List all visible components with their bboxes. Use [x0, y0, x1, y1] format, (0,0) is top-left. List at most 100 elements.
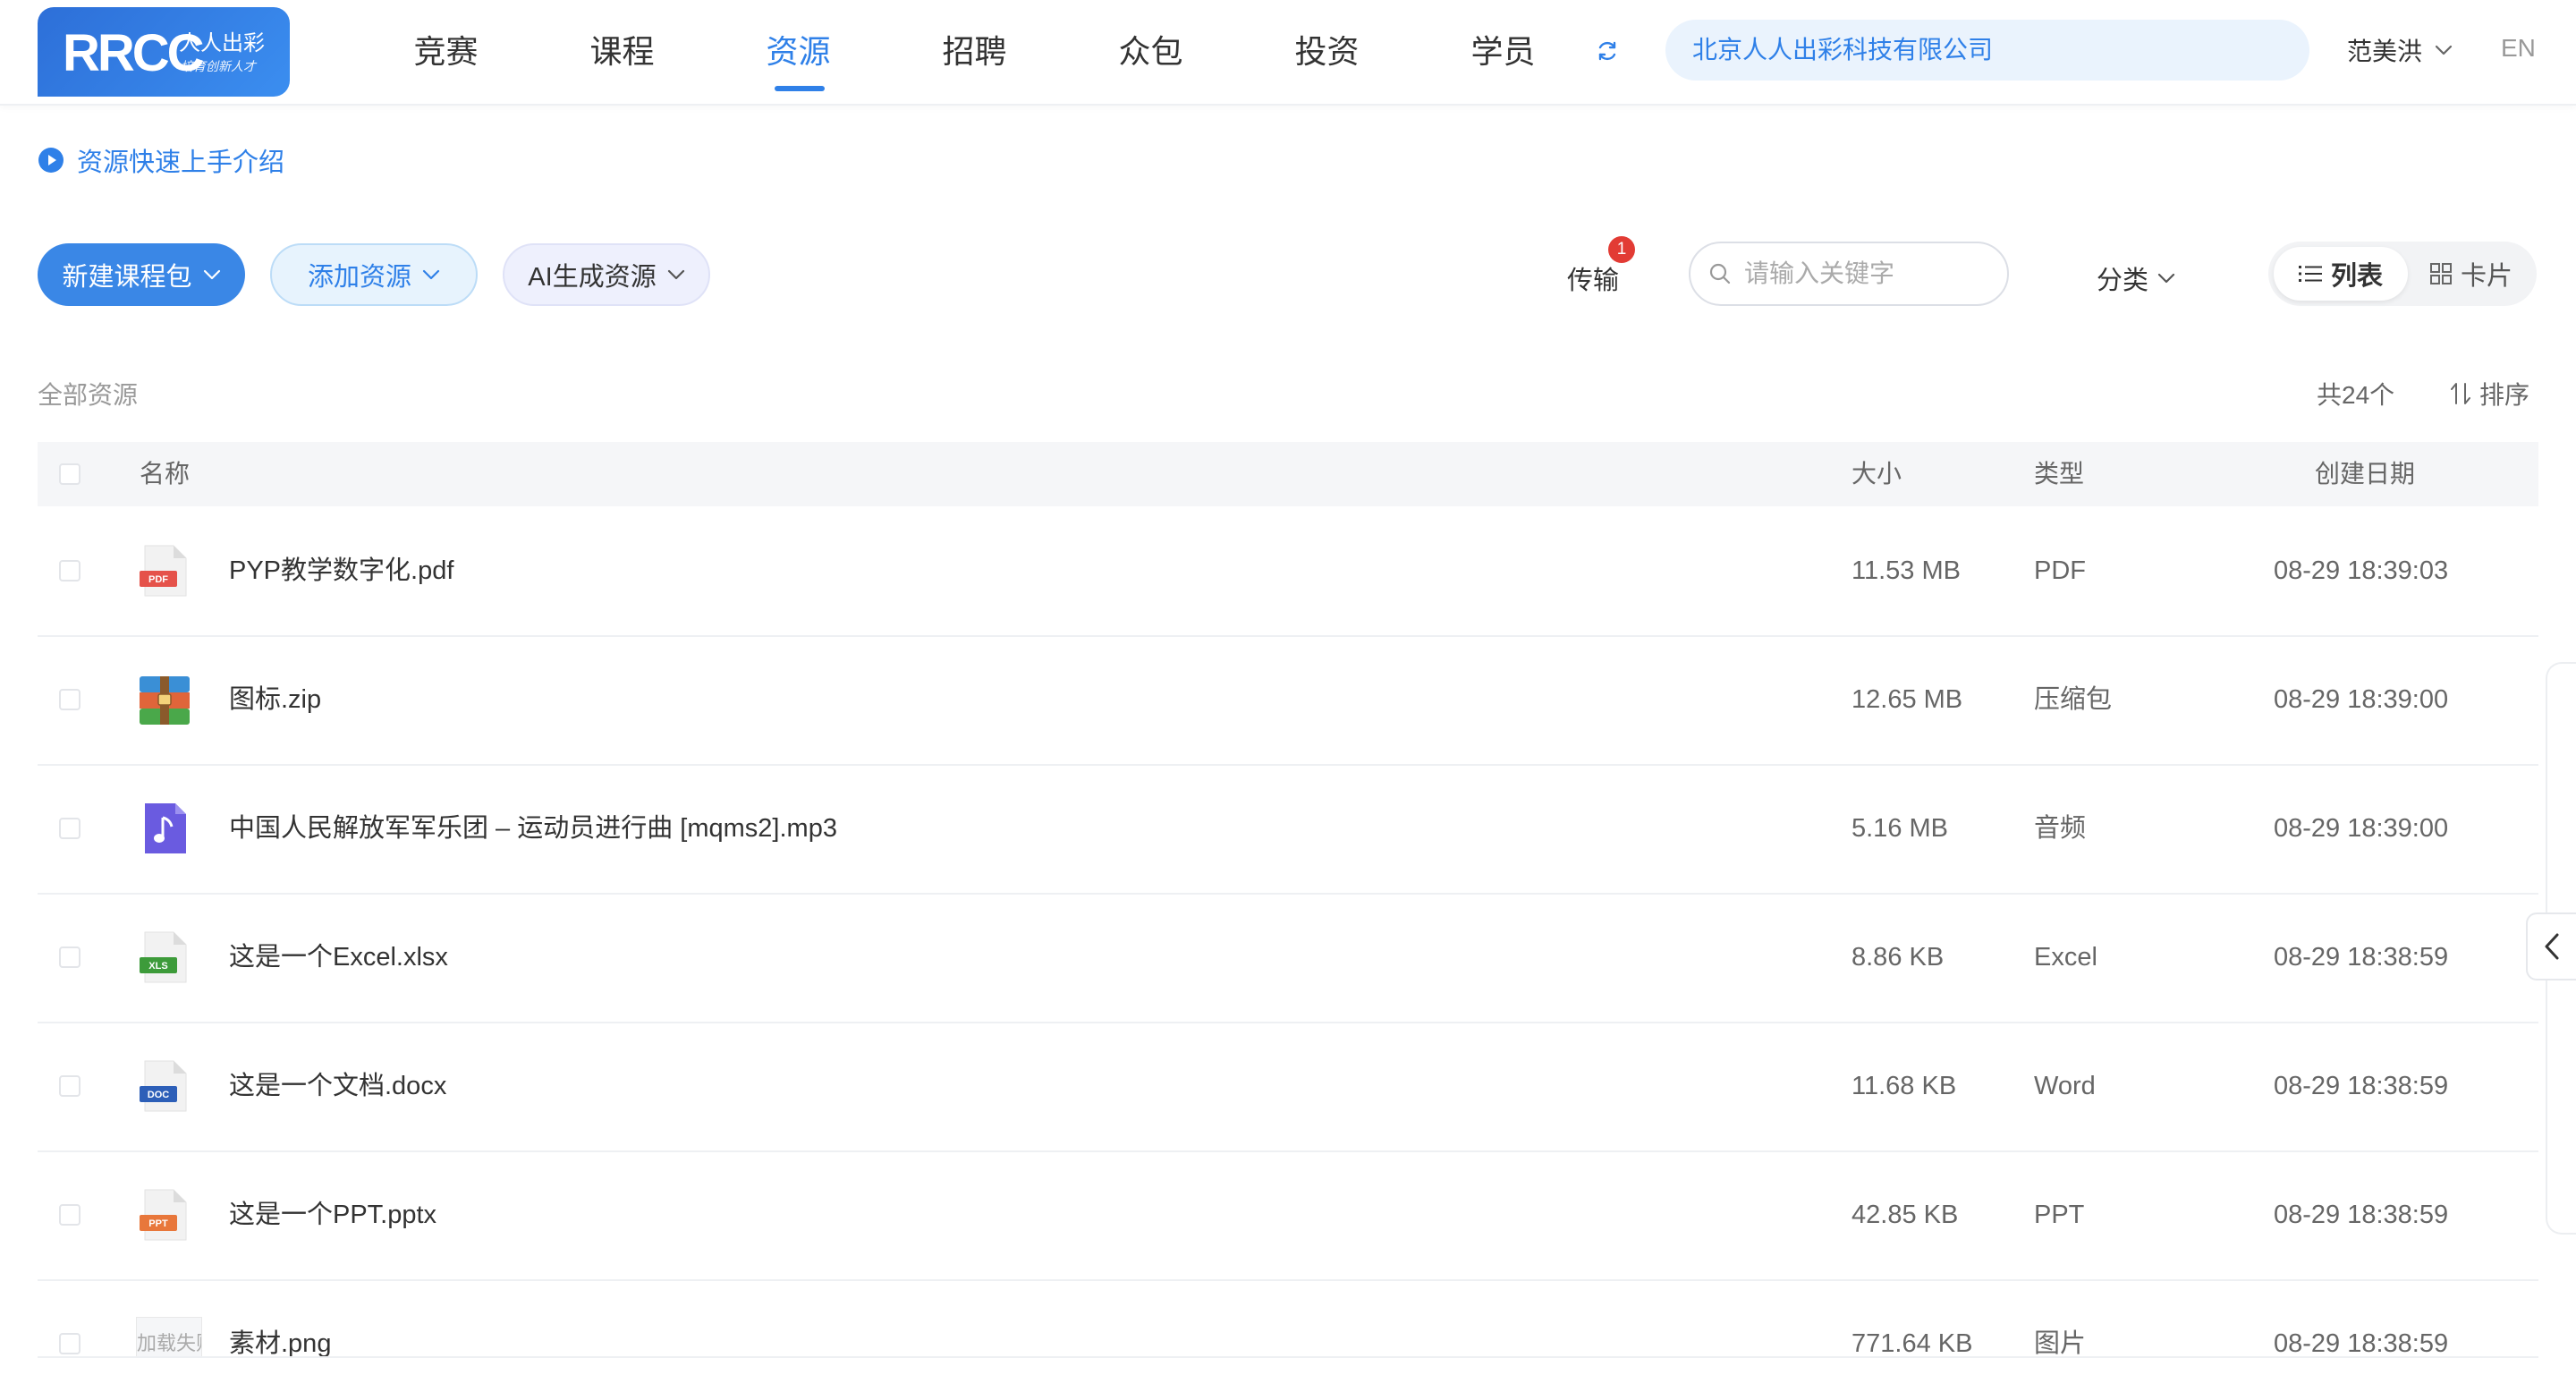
sort-icon: [2451, 383, 2470, 404]
row-checkbox[interactable]: [59, 946, 80, 968]
section-title: 全部资源: [38, 381, 139, 409]
list-view-button[interactable]: 列表: [2274, 247, 2408, 301]
column-date[interactable]: 创建日期: [2315, 442, 2415, 506]
file-type: Word: [2034, 1072, 2096, 1100]
ai-generate-label: AI生成资源: [528, 263, 657, 292]
list-view-label: 列表: [2330, 262, 2383, 291]
nav-item-resource[interactable]: 资源: [710, 0, 886, 104]
file-size: 11.53 MB: [1852, 556, 1961, 585]
resource-table: PDF PYP教学数字化.pdf 11.53 MB PDF 08-29 18:3…: [38, 506, 2538, 1356]
file-date: 08-29 18:39:00: [2274, 685, 2449, 714]
file-date: 08-29 18:38:59: [2274, 943, 2449, 972]
file-size: 5.16 MB: [1852, 814, 1948, 843]
chevron-down-icon: [667, 269, 684, 280]
table-row[interactable]: PPT 这是一个PPT.pptx 42.85 KB PPT 08-29 18:3…: [38, 1150, 2538, 1281]
word-file-icon: DOC: [140, 1060, 187, 1112]
column-type[interactable]: 类型: [2034, 442, 2084, 506]
transfer-badge: 1: [1608, 236, 1635, 263]
add-resource-label: 添加资源: [307, 263, 411, 292]
column-size[interactable]: 大小: [1852, 442, 1902, 506]
file-name[interactable]: 图标.zip: [229, 635, 321, 764]
file-type: Excel: [2034, 943, 2097, 972]
table-row[interactable]: 加载失败 素材.png 771.64 KB 图片 08-29 18:38:59: [38, 1279, 2538, 1356]
row-checkbox[interactable]: [59, 560, 80, 581]
row-checkbox[interactable]: [59, 1204, 80, 1226]
add-resource-button[interactable]: 添加资源: [270, 243, 478, 306]
broken-image-icon: 加载失败: [136, 1317, 202, 1356]
table-row[interactable]: 中国人民解放军军乐团 – 运动员进行曲 [mqms2].mp3 5.16 MB …: [38, 764, 2538, 895]
category-filter[interactable]: 分类: [2097, 259, 2175, 297]
file-type: PPT: [2034, 1201, 2085, 1229]
pdf-icon-label: PDF: [148, 574, 168, 585]
search-icon: [1709, 263, 1731, 284]
nav-item-course[interactable]: 课程: [534, 0, 710, 104]
nav-item-contest[interactable]: 竞赛: [358, 0, 534, 104]
refresh-icon[interactable]: [1596, 39, 1619, 63]
file-name[interactable]: 素材.png: [229, 1279, 331, 1356]
select-all-checkbox[interactable]: [59, 463, 80, 485]
table-row[interactable]: DOC 这是一个文档.docx 11.68 KB Word 08-29 18:3…: [38, 1022, 2538, 1152]
company-selector[interactable]: 北京人人出彩科技有限公司: [1665, 20, 2309, 81]
nav-item-recruit[interactable]: 招聘: [886, 0, 1063, 104]
file-size: 8.86 KB: [1852, 943, 1945, 972]
file-date: 08-29 18:38:59: [2274, 1072, 2449, 1100]
file-size: 771.64 KB: [1852, 1329, 1973, 1356]
table-bottom-divider: [38, 1356, 2538, 1358]
zip-archive-icon: [140, 676, 190, 725]
pdf-file-icon: PDF: [140, 545, 187, 597]
nav-item-invest[interactable]: 投资: [1239, 0, 1415, 104]
main-nav: 竞赛 课程 资源 招聘 众包 投资 学员: [358, 0, 1591, 104]
table-row[interactable]: XLS 这是一个Excel.xlsx 8.86 KB Excel 08-29 1…: [38, 893, 2538, 1023]
file-size: 11.68 KB: [1852, 1072, 1957, 1100]
file-type: 压缩包: [2034, 685, 2113, 714]
chevron-down-icon: [2435, 45, 2453, 55]
row-checkbox[interactable]: [59, 1333, 80, 1354]
nav-item-crowdsource[interactable]: 众包: [1063, 0, 1239, 104]
table-row[interactable]: PDF PYP教学数字化.pdf 11.53 MB PDF 08-29 18:3…: [38, 506, 2538, 637]
language-switch[interactable]: EN: [2501, 34, 2536, 63]
card-view-label: 卡片: [2460, 262, 2512, 291]
file-date: 08-29 18:39:00: [2274, 814, 2449, 843]
file-date: 08-29 18:39:03: [2274, 556, 2449, 585]
search-input[interactable]: [1742, 259, 1987, 289]
user-name: 范美洪: [2347, 38, 2423, 65]
file-name[interactable]: 这是一个PPT.pptx: [229, 1150, 436, 1279]
row-checkbox[interactable]: [59, 1075, 80, 1097]
logo-slogan: 培育创新人才: [181, 59, 256, 73]
file-type: 图片: [2034, 1329, 2087, 1356]
chevron-down-icon: [422, 269, 440, 280]
side-panel-toggle[interactable]: [2526, 912, 2576, 980]
user-menu[interactable]: 范美洪: [2347, 32, 2453, 68]
view-toggle: 列表 卡片: [2268, 242, 2537, 306]
ppt-file-icon: PPT: [140, 1189, 187, 1241]
file-name[interactable]: 这是一个Excel.xlsx: [229, 893, 448, 1022]
file-name[interactable]: 中国人民解放军军乐团 – 运动员进行曲 [mqms2].mp3: [229, 764, 837, 893]
sort-label: 排序: [2479, 381, 2530, 409]
row-checkbox[interactable]: [59, 689, 80, 710]
new-package-button[interactable]: 新建课程包: [38, 243, 245, 306]
file-size: 42.85 KB: [1852, 1201, 1959, 1229]
sort-button[interactable]: 排序: [2451, 376, 2529, 412]
table-row[interactable]: 图标.zip 12.65 MB 压缩包 08-29 18:39:00: [38, 635, 2538, 766]
card-view-button[interactable]: 卡片: [2411, 247, 2531, 301]
category-label: 分类: [2097, 267, 2149, 295]
file-date: 08-29 18:38:59: [2274, 1201, 2449, 1229]
file-name[interactable]: 这是一个文档.docx: [229, 1022, 446, 1150]
xls-icon-label: XLS: [148, 961, 167, 972]
ppt-icon-label: PPT: [148, 1218, 168, 1229]
excel-file-icon: XLS: [140, 931, 187, 983]
table-header: 名称 大小 类型 创建日期: [38, 442, 2538, 506]
nav-item-students[interactable]: 学员: [1415, 0, 1591, 104]
logo-cn: 人人出彩: [179, 31, 265, 55]
ai-generate-button[interactable]: AI生成资源: [503, 243, 710, 306]
play-circle-icon: [38, 148, 64, 173]
quick-start-link[interactable]: 资源快速上手介绍: [38, 141, 284, 179]
chevron-left-icon: [2545, 933, 2559, 960]
transfer-button[interactable]: 传输: [1567, 259, 1619, 297]
row-checkbox[interactable]: [59, 818, 80, 839]
column-name[interactable]: 名称: [140, 442, 190, 506]
new-package-label: 新建课程包: [62, 263, 192, 292]
quick-start-label: 资源快速上手介绍: [77, 149, 285, 177]
file-name[interactable]: PYP教学数字化.pdf: [229, 506, 453, 635]
rrcc-logo[interactable]: RRCC 人人出彩 培育创新人才: [38, 7, 290, 97]
